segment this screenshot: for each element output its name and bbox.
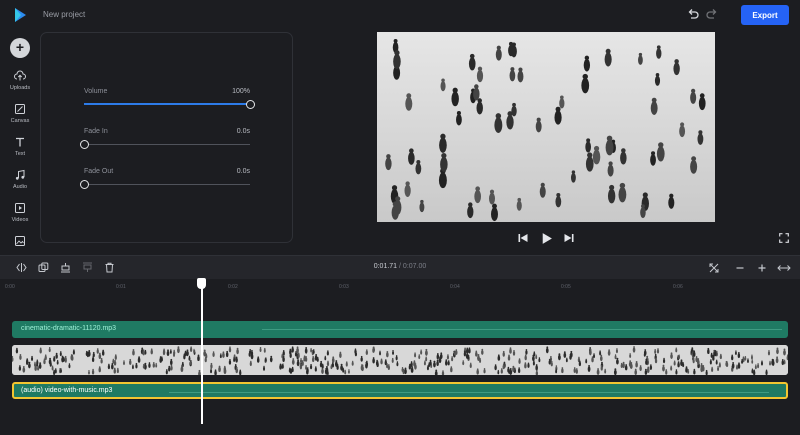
sidebar-item-label: Audio (12, 184, 28, 190)
playhead-handle[interactable] (197, 278, 206, 289)
timeline-ruler[interactable]: 0:00 0:01 0:02 0:03 0:04 0:05 0:06 (0, 279, 800, 299)
ruler-tick: 0:01 (116, 284, 126, 290)
ruler-tick: 0:05 (561, 284, 571, 290)
redo-icon[interactable] (705, 8, 719, 22)
music-track-clip[interactable]: cinematic-dramatic-11120.mp3 (12, 321, 788, 338)
ruler-tick: 0:02 (228, 284, 238, 290)
sidebar-item-label: Uploads (9, 85, 31, 91)
audio-settings-panel: Volume 100% Fade In 0.0s Fade Out 0.0s (40, 32, 293, 243)
plus-icon: + (15, 39, 25, 55)
left-sidebar: + Uploads Canvas Text Audio Videos (0, 30, 40, 252)
total-duration: 0:07.00 (402, 263, 427, 270)
video-preview[interactable] (377, 32, 715, 222)
text-icon (16, 137, 24, 147)
volume-setting: Volume 100% (84, 88, 255, 118)
sidebar-item-canvas[interactable]: Canvas (0, 103, 40, 133)
sidebar-item-videos[interactable]: Videos (0, 202, 40, 232)
fade-in-label: Fade In (84, 128, 108, 135)
waveform (262, 329, 782, 330)
fade-in-slider-handle[interactable] (79, 140, 89, 149)
sidebar-item-label: Canvas (10, 118, 30, 124)
fade-out-slider-track[interactable] (84, 184, 250, 185)
fade-out-setting: Fade Out 0.0s (79, 168, 250, 198)
audio-track-name: (audio) video-with-music.mp3 (21, 387, 113, 394)
add-media-button[interactable]: + (10, 38, 30, 58)
ruler-tick: 0:03 (339, 284, 349, 290)
skip-back-icon[interactable] (517, 232, 529, 244)
fade-in-value: 0.0s (236, 128, 250, 135)
fade-in-slider-track[interactable] (84, 144, 250, 145)
current-time: 0:01.71 (373, 263, 398, 270)
sidebar-item-audio[interactable]: Audio (0, 169, 40, 199)
ruler-tick: 0:00 (5, 284, 15, 290)
zoom-in-icon[interactable] (755, 261, 769, 275)
volume-label: Volume (84, 88, 108, 95)
sidebar-item-text[interactable]: Text (0, 136, 40, 166)
sidebar-item-label: Videos (11, 217, 29, 223)
fit-timeline-icon[interactable] (707, 261, 721, 275)
ruler-tick: 0:06 (673, 284, 683, 290)
timecode: 0:01.71 / 0:07.00 (0, 263, 800, 270)
zoom-out-icon[interactable] (733, 261, 747, 275)
waveform (169, 392, 769, 393)
sidebar-item-images[interactable] (0, 235, 40, 249)
skip-forward-icon[interactable] (563, 232, 575, 244)
fade-out-value: 0.0s (236, 168, 250, 175)
music-track-name: cinematic-dramatic-11120.mp3 (21, 325, 117, 332)
video-track-clip[interactable] (12, 345, 788, 375)
image-icon (15, 236, 25, 246)
timeline-toolbar: 0:01.71 / 0:07.00 (0, 255, 800, 279)
fade-out-label: Fade Out (84, 168, 114, 175)
sidebar-item-label: Text (14, 151, 26, 157)
volume-slider-handle[interactable] (245, 100, 255, 109)
undo-icon[interactable] (686, 8, 700, 22)
volume-value: 100% (232, 88, 250, 95)
app-logo-icon[interactable] (12, 7, 28, 23)
music-note-icon (15, 169, 25, 180)
video-icon (15, 203, 25, 213)
export-button[interactable]: Export (741, 5, 789, 25)
fade-in-setting: Fade In 0.0s (79, 128, 250, 158)
volume-slider-fill (84, 103, 250, 105)
ruler-tick: 0:04 (450, 284, 460, 290)
project-title[interactable]: New project (43, 10, 85, 19)
fullscreen-icon[interactable] (779, 233, 789, 243)
header: New project Export (0, 0, 800, 30)
fade-out-slider-handle[interactable] (79, 180, 89, 189)
play-icon[interactable] (540, 232, 553, 245)
canvas-icon (15, 104, 25, 114)
audio-track-clip-selected[interactable]: (audio) video-with-music.mp3 (12, 382, 788, 399)
video-thumbnails (12, 345, 788, 375)
sidebar-item-uploads[interactable]: Uploads (0, 70, 40, 100)
playhead-line (201, 287, 203, 424)
expand-timeline-icon[interactable] (777, 261, 791, 275)
crowd-frame-image (377, 32, 715, 222)
cloud-upload-icon (14, 70, 26, 81)
